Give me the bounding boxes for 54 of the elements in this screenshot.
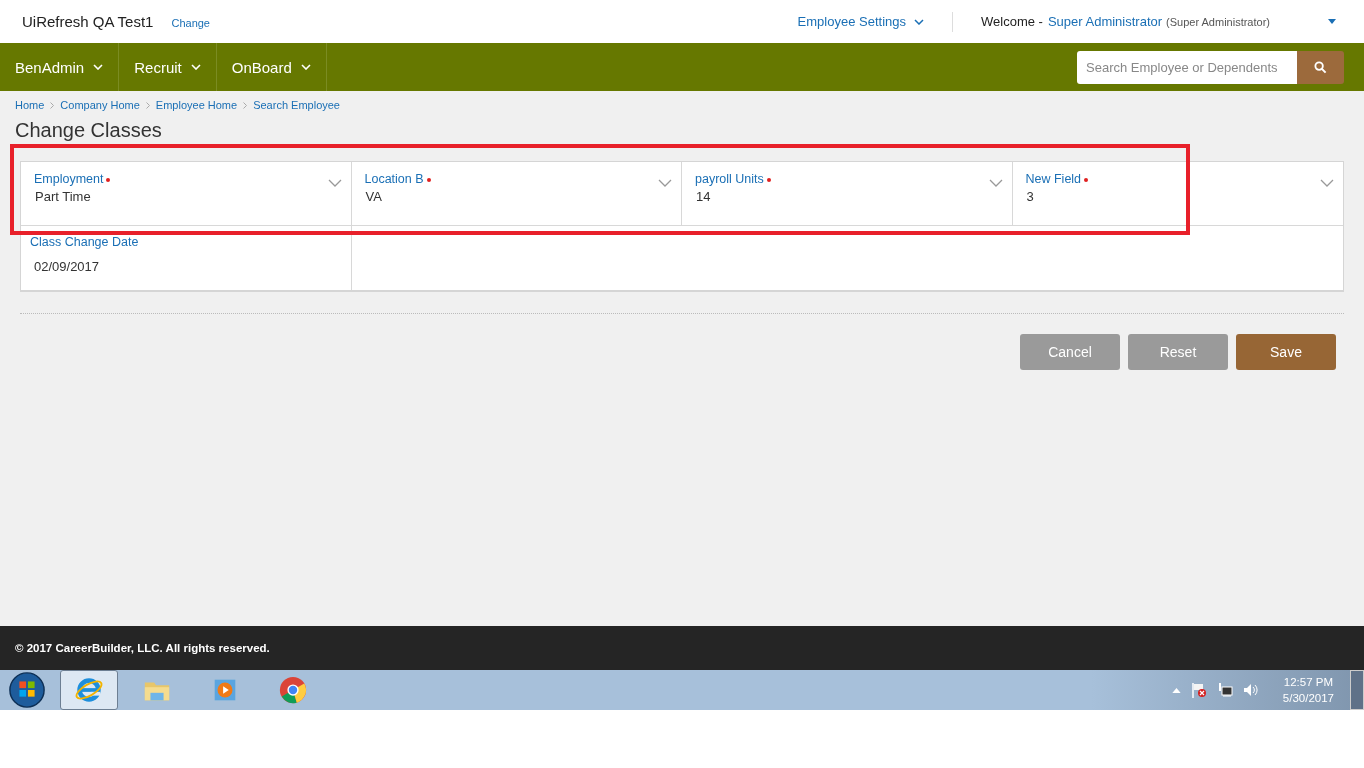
field-label: Class Change Date bbox=[30, 235, 139, 249]
breadcrumb-link[interactable]: Company Home bbox=[60, 99, 140, 111]
flag-icon[interactable] bbox=[1190, 682, 1207, 698]
action-button[interactable]: Reset bbox=[1128, 334, 1228, 370]
select-field[interactable]: New Field 3 bbox=[1012, 162, 1343, 226]
field-label: Employment bbox=[34, 172, 104, 186]
copyright-text: © 2017 CareerBuilder, LLC. All rights reserved. bbox=[15, 642, 270, 654]
chevron-down-icon bbox=[1320, 179, 1334, 187]
field-value: VA bbox=[365, 189, 383, 204]
e-logo-icon[interactable] bbox=[60, 670, 118, 710]
search-button[interactable] bbox=[1297, 50, 1344, 84]
show-hidden-icons-icon[interactable] bbox=[1171, 687, 1181, 693]
change-link[interactable]: Change bbox=[171, 16, 210, 29]
chevron-down-icon bbox=[190, 64, 201, 70]
user-name-link[interactable]: Super Administrator bbox=[1047, 14, 1163, 29]
app-title: UiRefresh QA Test1 bbox=[22, 13, 154, 30]
chevron-down-icon bbox=[988, 179, 1003, 187]
field-value: Part Time bbox=[35, 189, 92, 204]
search-field[interactable]: Search Employee or Dependents bbox=[1077, 50, 1297, 84]
search-icon bbox=[1314, 60, 1327, 74]
show-desktop-button[interactable] bbox=[1350, 670, 1364, 710]
field-label: New Field bbox=[1025, 172, 1082, 186]
field-value: 14 bbox=[696, 189, 712, 204]
clock-date[interactable]: 5/30/2017 bbox=[1282, 690, 1334, 706]
clock-time[interactable]: 12:57 PM bbox=[1283, 674, 1334, 690]
user-role: (Super Administrator) bbox=[1166, 15, 1270, 28]
chevron-down-icon bbox=[327, 179, 342, 187]
select-field[interactable]: Employment Part Time bbox=[21, 162, 352, 226]
field-value: 02/09/2017 bbox=[34, 259, 101, 274]
field-label: Location B bbox=[364, 172, 424, 186]
employee-settings-menu[interactable]: Employee Settings bbox=[797, 14, 924, 29]
breadcrumb-link[interactable]: Employee Home bbox=[155, 99, 238, 111]
page-title: Change Classes bbox=[15, 119, 163, 141]
chevron-down-icon bbox=[914, 18, 924, 25]
chevron-down-icon bbox=[658, 179, 672, 187]
breadcrumb-link[interactable]: Search Employee bbox=[253, 99, 340, 111]
breadcrumb-separator-icon bbox=[50, 101, 55, 109]
caret-down-icon[interactable] bbox=[1328, 19, 1336, 24]
select-field[interactable]: Location B VA bbox=[351, 162, 682, 226]
breadcrumb-link[interactable]: Home bbox=[15, 99, 45, 111]
save-button[interactable]: Save bbox=[1236, 334, 1336, 370]
select-field[interactable]: payroll Units 14 bbox=[682, 162, 1013, 226]
chevron-down-icon bbox=[93, 64, 104, 70]
action-button[interactable]: Cancel bbox=[1020, 334, 1120, 370]
start-orb-icon[interactable] bbox=[8, 671, 46, 709]
field-label: payroll Units bbox=[695, 172, 764, 186]
breadcrumb-separator-icon bbox=[145, 101, 150, 109]
speaker-icon[interactable] bbox=[1242, 682, 1259, 698]
field-value: 3 bbox=[1026, 189, 1035, 204]
welcome-label: Welcome - bbox=[981, 14, 1043, 29]
chevron-down-icon bbox=[300, 64, 311, 70]
date-field[interactable]: Class Change Date 02/09/2017 bbox=[21, 226, 352, 290]
network-icon[interactable] bbox=[1216, 682, 1233, 698]
breadcrumb-separator-icon bbox=[243, 101, 248, 109]
